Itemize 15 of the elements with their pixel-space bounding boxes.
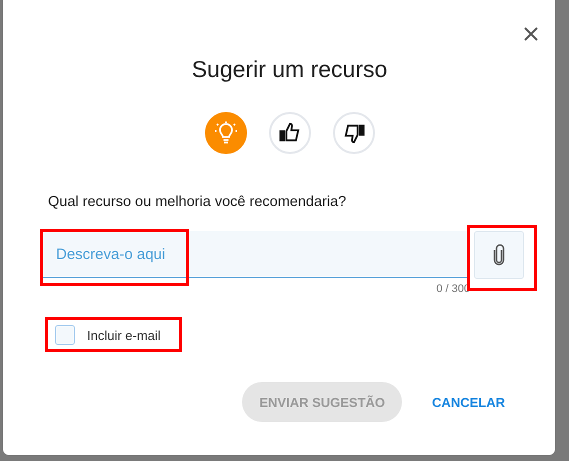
close-button[interactable] (522, 25, 540, 43)
dislike-option-button[interactable] (332, 112, 374, 154)
lightbulb-icon (214, 121, 238, 145)
dialog-title: Sugerir um recurso (190, 56, 388, 83)
email-checkbox[interactable] (55, 325, 75, 345)
question-text: Qual recurso ou melhoria você recomendaria? (48, 194, 348, 210)
checkbox-label: Incluir e-mail (87, 328, 161, 342)
cancel-button[interactable]: CANCELAR (424, 384, 513, 420)
close-icon (524, 27, 538, 41)
thumbs-up-icon (278, 122, 300, 144)
attach-button[interactable] (474, 231, 524, 279)
thumbs-down-icon (342, 122, 364, 144)
paperclip-icon (493, 244, 505, 266)
description-field[interactable]: Descreva-o aqui (42, 231, 470, 278)
like-option-button[interactable] (268, 112, 310, 154)
